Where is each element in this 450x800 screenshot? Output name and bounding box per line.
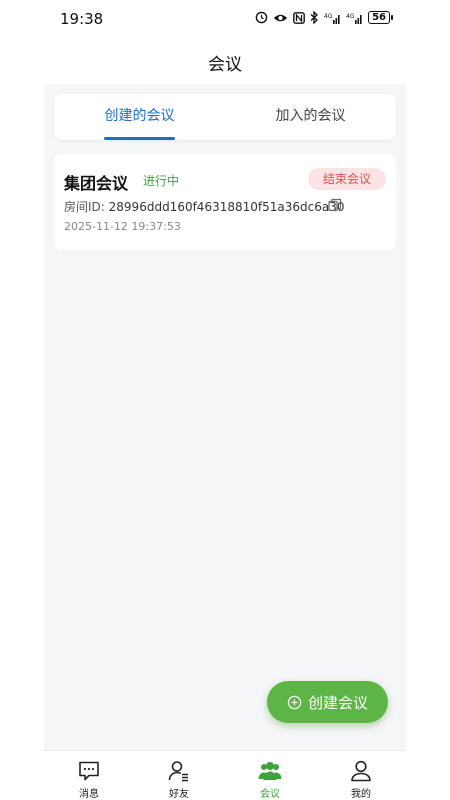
meeting-name: 集团会议: [64, 174, 129, 193]
tab-joined-meetings-label: 加入的会议: [275, 108, 346, 124]
room-id-row: 房间ID: 28996ddd160f46318810f51a36dc6a30: [64, 198, 344, 215]
profile-icon: [351, 760, 371, 782]
signal-4g-icon: 4G: [324, 13, 340, 24]
eye-icon: [274, 14, 288, 21]
page-header: 会议: [44, 36, 406, 84]
nav-item-profile[interactable]: 我的: [316, 751, 406, 800]
nav-item-messages[interactable]: 消息: [44, 751, 134, 800]
nav-label-profile: 我的: [351, 789, 371, 800]
tab-created-meetings[interactable]: 创建的会议: [54, 94, 225, 140]
nav-item-friends[interactable]: 好友: [134, 751, 224, 800]
battery-indicator: 56: [368, 11, 393, 24]
page-title: 会议: [208, 55, 242, 75]
svg-text:4G: 4G: [346, 13, 355, 20]
create-meeting-button[interactable]: 创建会议: [267, 681, 388, 723]
meeting-card[interactable]: 集团会议 进行中 结束会议 房间ID: 28996ddd160f46318810…: [54, 154, 396, 250]
nav-label-meetings: 会议: [260, 789, 280, 800]
nav-label-friends: 好友: [169, 789, 189, 800]
room-id-value: 28996ddd160f46318810f51a36dc6a30: [108, 200, 345, 214]
meeting-timestamp: 2025-11-12 19:37:53: [64, 220, 181, 233]
friends-icon: [168, 761, 188, 782]
alarm-icon: [255, 11, 268, 24]
bottom-nav: 消息 好友 会议 我的: [44, 750, 406, 800]
end-meeting-button[interactable]: 结束会议: [308, 168, 386, 190]
main-content: 创建的会议 加入的会议 集团会议 进行中 结束会议 房间ID: 28996ddd…: [44, 84, 406, 750]
active-tab-indicator: [104, 137, 175, 140]
meeting-status-badge: 进行中: [143, 174, 180, 188]
nfc-icon: [293, 11, 305, 24]
message-icon: [79, 761, 99, 781]
tab-bar: 创建的会议 加入的会议: [54, 94, 396, 140]
room-id-label: 房间ID:: [64, 200, 105, 214]
signal-4g-icon: 4G: [346, 13, 362, 24]
svg-text:4G: 4G: [324, 13, 333, 20]
status-time: 19:38: [60, 10, 104, 28]
nav-label-messages: 消息: [79, 789, 99, 800]
plus-circle-icon: [287, 695, 302, 709]
create-meeting-label: 创建会议: [307, 693, 368, 712]
tab-created-meetings-label: 创建的会议: [104, 108, 175, 124]
tab-joined-meetings[interactable]: 加入的会议: [225, 94, 396, 140]
status-icons: 4G 4G 56: [255, 11, 393, 24]
copy-icon[interactable]: [328, 198, 342, 212]
meeting-icon: [258, 762, 282, 780]
bluetooth-icon: [310, 11, 319, 24]
nav-item-meetings[interactable]: 会议: [225, 751, 315, 800]
status-bar: 19:38 4G 4G 56: [0, 0, 450, 36]
